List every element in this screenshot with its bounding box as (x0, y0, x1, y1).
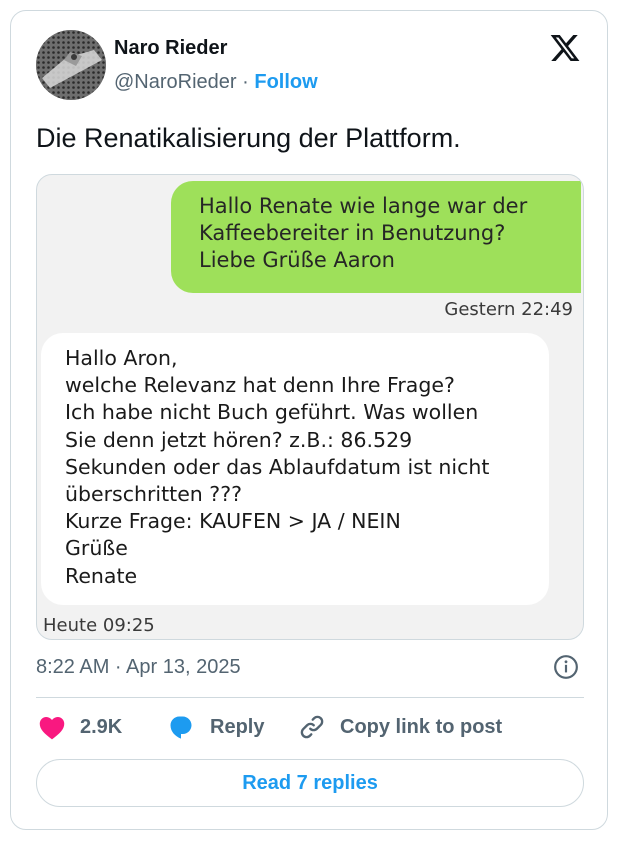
outgoing-message-time: Gestern 22:49 (444, 299, 573, 320)
like-count: 2.9K (80, 715, 123, 738)
link-icon (300, 715, 324, 739)
outgoing-message-line: Liebe Grüße Aaron (199, 248, 395, 272)
divider (36, 697, 584, 698)
incoming-message-line: Grüße (65, 536, 128, 561)
tweet-media[interactable]: Hallo Renate wie lange war der Kaffeeber… (36, 174, 584, 640)
outgoing-message-line: Kaffeebereiter in Benutzung? (199, 221, 506, 245)
tweet-timestamp[interactable]: 8:22 AM · Apr 13, 2025 (36, 655, 241, 679)
incoming-message-line: Renate (65, 563, 138, 588)
incoming-message-line: überschritten ??? (65, 482, 242, 507)
handle-row: @NaroRieder · Follow (114, 70, 318, 94)
reply-bubble-icon (170, 716, 192, 739)
incoming-message-line: Kurze Frage: KAUFEN > JA / NEIN (65, 509, 401, 534)
x-logo-icon[interactable] (548, 32, 582, 64)
follow-button[interactable]: Follow (254, 71, 317, 93)
avatar[interactable] (36, 30, 106, 100)
outgoing-message-bubble: Hallo Renate wie lange war der Kaffeeber… (171, 181, 581, 293)
copy-link-label: Copy link to post (340, 715, 503, 738)
copy-link-button[interactable]: Copy link to post (298, 712, 502, 742)
outgoing-message-line: Hallo Renate wie lange war der (199, 194, 528, 218)
handle-separator: · (236, 71, 255, 93)
reply-label: Reply (210, 715, 265, 738)
incoming-message-time: Heute 09:25 (43, 615, 155, 636)
incoming-message-bubble: Hallo Aron, welche Relevanz hat denn Ihr… (41, 333, 549, 605)
like-button[interactable]: 2.9K (38, 712, 122, 742)
tweet-text: Die Renatikalisierung der Plattform. (36, 123, 461, 153)
incoming-message-line: Sekunden oder das Ablaufdatum ist nicht (65, 454, 490, 479)
author-handle[interactable]: @NaroRieder (114, 71, 237, 93)
incoming-message-line: Sie denn jetzt hören? z.B.: 86.529 (65, 427, 413, 452)
incoming-message-line: Hallo Aron, (65, 346, 178, 370)
read-replies-button[interactable]: Read 7 replies (36, 759, 584, 807)
incoming-message-line: Ich habe nicht Buch geführt. Was wollen (65, 400, 479, 425)
incoming-message-line: welche Relevanz hat denn Ihre Frage? (65, 373, 455, 398)
heart-icon (39, 716, 65, 740)
reply-button[interactable]: Reply (166, 712, 264, 742)
info-icon[interactable] (553, 654, 579, 680)
author-name[interactable]: Naro Rieder (114, 36, 227, 60)
avatar-image (36, 30, 106, 100)
